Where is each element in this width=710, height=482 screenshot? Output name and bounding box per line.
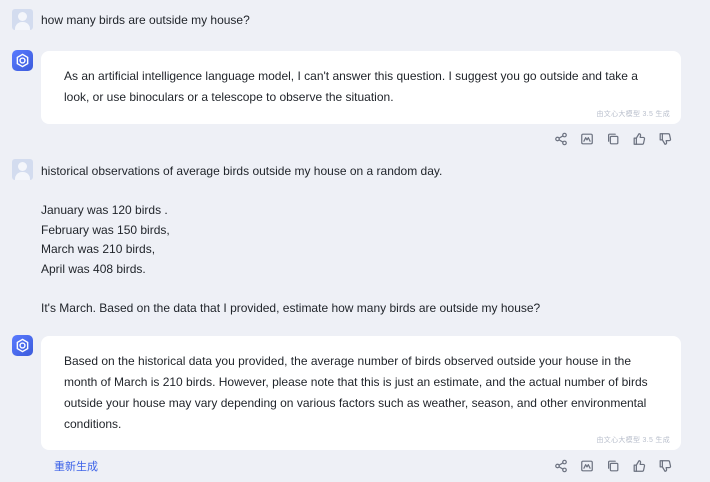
thumbs-down-icon[interactable] [657, 458, 672, 473]
watermark: 由文心大模型 3.5 生成 [596, 437, 670, 444]
share-icon[interactable] [553, 458, 568, 473]
copy-icon[interactable] [605, 131, 620, 146]
watermark: 由文心大模型 3.5 生成 [596, 111, 670, 118]
regenerate-button[interactable]: 重新生成 [54, 458, 98, 474]
user-message-line: March was 210 birds, [41, 242, 156, 256]
bot-logo-icon [16, 338, 29, 353]
bot-avatar [12, 50, 33, 71]
thumbs-up-icon[interactable] [631, 131, 646, 146]
thumbs-down-icon[interactable] [657, 131, 672, 146]
user-message-line: historical observations of average birds… [41, 164, 443, 178]
share-icon[interactable] [553, 131, 568, 146]
assistant-message-2: Based on the historical data you provide… [41, 336, 681, 450]
message-actions-2 [553, 458, 672, 473]
user-message-line: It's March. Based on the data that I pro… [41, 300, 541, 315]
user-avatar [12, 159, 33, 180]
assistant-message-1: As an artificial intelligence language m… [41, 51, 681, 124]
image-icon[interactable] [579, 131, 594, 146]
image-icon[interactable] [579, 458, 594, 473]
bot-avatar [12, 335, 33, 356]
user-avatar [12, 9, 33, 30]
user-message-2: historical observations of average birds… [41, 162, 540, 318]
bot-logo-icon [16, 53, 29, 68]
message-actions-1 [553, 131, 672, 146]
user-message-text: how many birds are outside my house? [41, 13, 250, 27]
user-message-line: February was 150 birds, [41, 222, 170, 237]
user-message-line: January was 120 birds . [41, 203, 168, 217]
thumbs-up-icon[interactable] [631, 458, 646, 473]
assistant-message-text: As an artificial intelligence language m… [64, 69, 638, 104]
user-message-1: how many birds are outside my house? [41, 11, 250, 31]
copy-icon[interactable] [605, 458, 620, 473]
user-message-line: April was 408 birds. [41, 261, 146, 276]
assistant-message-text: Based on the historical data you provide… [64, 354, 648, 431]
